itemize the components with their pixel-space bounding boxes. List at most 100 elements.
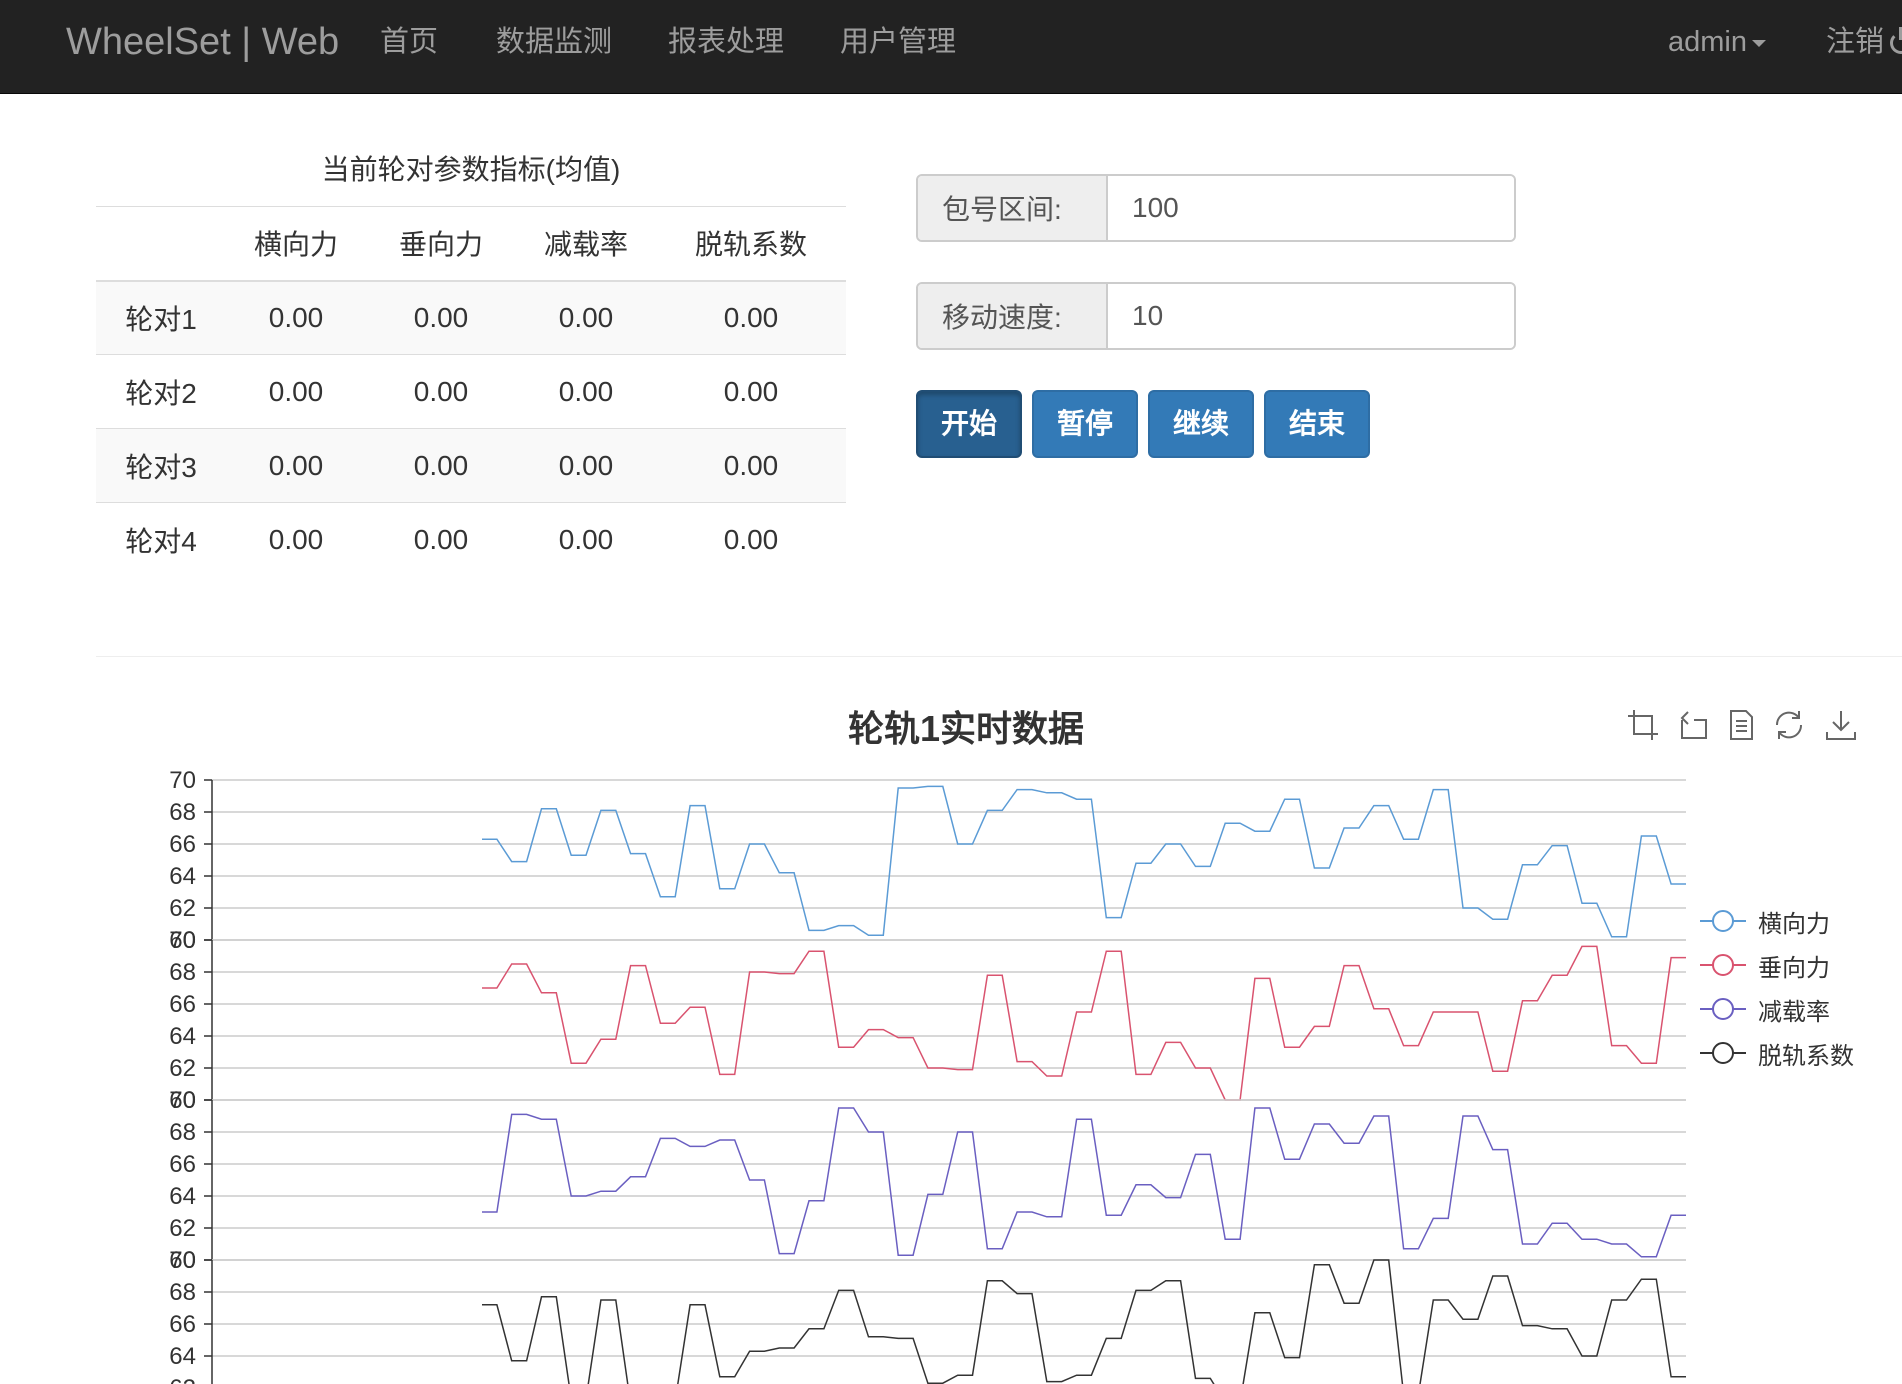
user-menu[interactable]: admin <box>1668 0 1766 94</box>
caret-down-icon <box>1752 39 1766 47</box>
packet-range-input[interactable] <box>1108 176 1514 240</box>
zoom-icon[interactable] <box>1626 708 1660 742</box>
y-tick-label: 68 <box>169 1119 196 1146</box>
start-button[interactable]: 开始 <box>916 390 1022 458</box>
table-cell: 0.00 <box>656 428 846 503</box>
y-tick-label: 70 <box>169 767 196 794</box>
data-view-icon[interactable] <box>1724 708 1758 742</box>
nav-report[interactable]: 报表处理 <box>668 0 784 94</box>
user-name: admin <box>1668 26 1747 58</box>
table-cell: 0.00 <box>516 280 656 355</box>
restore-icon[interactable] <box>1772 708 1806 742</box>
navbar: WheelSet | Web 首页 数据监测 报表处理 用户管理 admin 注… <box>0 0 1902 94</box>
legend-circle-icon <box>1700 1042 1746 1064</box>
legend-vertical-force[interactable]: 垂向力 <box>1700 948 1830 982</box>
nav-user-management[interactable]: 用户管理 <box>840 0 956 94</box>
speed-input[interactable] <box>1108 284 1514 348</box>
table-cell: 0.00 <box>226 354 366 429</box>
y-tick-label: 68 <box>169 799 196 826</box>
header-cell <box>96 206 226 282</box>
wheelset-table: 横向力 垂向力 减载率 脱轨系数 轮对1 0.00 0.00 0.00 0.00… <box>96 206 846 577</box>
legend-label: 减载率 <box>1758 998 1830 1026</box>
logout-label: 注销 <box>1826 26 1885 58</box>
table-cell: 0.00 <box>366 428 516 503</box>
y-tick-label: 68 <box>169 959 196 986</box>
table-cell: 0.00 <box>366 354 516 429</box>
legend-derailment-coefficient[interactable]: 脱轨系数 <box>1700 1036 1854 1070</box>
table-cell: 0.00 <box>516 428 656 503</box>
y-tick-label: 66 <box>169 1151 196 1178</box>
legend-load-reduction[interactable]: 减载率 <box>1700 992 1830 1026</box>
brand-logo[interactable]: WheelSet | Web <box>66 0 339 94</box>
table-row: 轮对4 0.00 0.00 0.00 0.00 <box>96 502 846 577</box>
y-tick-label: 64 <box>169 1343 196 1370</box>
zoom-reset-icon[interactable] <box>1676 708 1710 742</box>
table-cell: 0.00 <box>516 354 656 429</box>
stop-button[interactable]: 结束 <box>1264 390 1370 458</box>
table-cell: 0.00 <box>656 354 846 429</box>
realtime-line-chart: 6062646668706062646668706062646668706062… <box>169 767 1686 1384</box>
packet-range-label: 包号区间: <box>918 176 1108 240</box>
y-tick-label: 70 <box>169 927 196 954</box>
speed-group: 移动速度: <box>916 282 1516 350</box>
legend-lateral-force[interactable]: 横向力 <box>1700 904 1830 938</box>
save-image-icon[interactable] <box>1824 708 1858 742</box>
chart-panel: 606264666870 <box>169 1247 1686 1384</box>
legend-circle-icon <box>1700 954 1746 976</box>
table-header-row: 横向力 垂向力 减载率 脱轨系数 <box>96 206 846 282</box>
divider <box>96 656 1902 657</box>
row-label: 轮对2 <box>96 354 226 429</box>
series-line-3 <box>482 1259 1686 1384</box>
header-cell: 减载率 <box>516 206 656 282</box>
y-tick-label: 70 <box>169 1247 196 1274</box>
table-cell: 0.00 <box>226 502 366 577</box>
header-cell: 横向力 <box>226 206 366 282</box>
y-tick-label: 70 <box>169 1087 196 1114</box>
y-tick-label: 66 <box>169 1311 196 1338</box>
row-label: 轮对4 <box>96 502 226 577</box>
row-label: 轮对3 <box>96 428 226 503</box>
chart-title: 轮轨1实时数据 <box>847 708 1085 749</box>
nav-data-monitor[interactable]: 数据监测 <box>496 0 612 94</box>
legend-label: 脱轨系数 <box>1758 1042 1854 1070</box>
table-cell: 0.00 <box>516 502 656 577</box>
table-row: 轮对2 0.00 0.00 0.00 0.00 <box>96 354 846 429</box>
row-label: 轮对1 <box>96 280 226 355</box>
chart-panel: 606264666870 <box>169 1087 1686 1274</box>
logout-link[interactable]: 注销 <box>1826 0 1902 94</box>
table-cell: 0.00 <box>226 428 366 503</box>
series-line-0 <box>482 785 1686 938</box>
resume-button[interactable]: 继续 <box>1148 390 1254 458</box>
nav-home[interactable]: 首页 <box>380 0 438 94</box>
header-cell: 脱轨系数 <box>656 206 846 282</box>
y-tick-label: 64 <box>169 1183 196 1210</box>
y-tick-label: 68 <box>169 1279 196 1306</box>
table-cell: 0.00 <box>366 502 516 577</box>
legend-circle-icon <box>1700 910 1746 932</box>
y-tick-label: 62 <box>169 895 196 922</box>
y-tick-label: 62 <box>169 1375 196 1384</box>
y-tick-label: 64 <box>169 863 196 890</box>
y-tick-label: 64 <box>169 1023 196 1050</box>
packet-range-group: 包号区间: <box>916 174 1516 242</box>
table-caption: 当前轮对参数指标(均值) <box>321 154 621 185</box>
legend-label: 垂向力 <box>1758 954 1830 982</box>
table-cell: 0.00 <box>656 280 846 355</box>
table-cell: 0.00 <box>366 280 516 355</box>
pause-button[interactable]: 暂停 <box>1032 390 1138 458</box>
y-tick-label: 62 <box>169 1055 196 1082</box>
y-tick-label: 62 <box>169 1215 196 1242</box>
y-tick-label: 66 <box>169 991 196 1018</box>
series-line-1 <box>482 945 1686 1101</box>
chart-panel: 606264666870 <box>169 767 1686 954</box>
chart-panel: 606264666870 <box>169 927 1686 1114</box>
table-row: 轮对1 0.00 0.00 0.00 0.00 <box>96 280 846 355</box>
series-line-2 <box>482 1107 1686 1258</box>
legend-label: 横向力 <box>1758 910 1830 938</box>
power-icon <box>1890 27 1902 55</box>
table-row: 轮对3 0.00 0.00 0.00 0.00 <box>96 428 846 503</box>
table-cell: 0.00 <box>656 502 846 577</box>
table-cell: 0.00 <box>226 280 366 355</box>
y-tick-label: 66 <box>169 831 196 858</box>
legend-circle-icon <box>1700 998 1746 1020</box>
